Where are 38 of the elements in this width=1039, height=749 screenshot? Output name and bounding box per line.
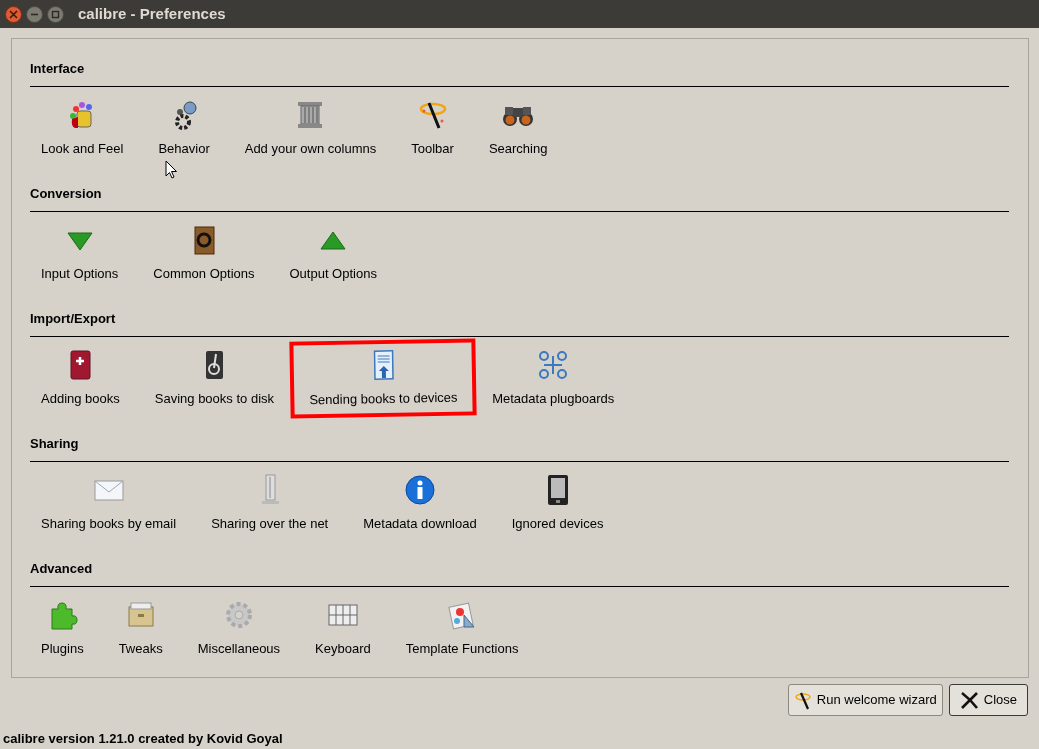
preference-item[interactable]: Sending books to devices [297, 346, 469, 410]
preference-item[interactable]: Ignored devices [500, 472, 615, 533]
preference-item[interactable]: Tweaks [107, 597, 174, 658]
minimize-window-icon[interactable] [26, 5, 43, 23]
close-window-icon[interactable] [5, 5, 22, 23]
maximize-window-icon[interactable] [47, 5, 64, 23]
preference-item[interactable]: Sharing books by email [30, 472, 188, 533]
preference-item[interactable]: Sharing over the net [200, 472, 340, 533]
preference-item[interactable]: Saving books to disk [143, 347, 285, 408]
preference-item[interactable]: Searching [477, 97, 559, 158]
preference-item[interactable]: Miscellaneous [186, 597, 292, 658]
preference-item[interactable]: Plugins [30, 597, 95, 658]
preference-item[interactable]: Output Options [278, 222, 388, 283]
preference-item[interactable]: Toolbar [400, 97, 465, 158]
preference-item[interactable]: Keyboard [304, 597, 382, 658]
preference-item[interactable]: Look and Feel [30, 97, 135, 158]
preference-item[interactable]: Adding books [30, 347, 131, 408]
preference-item[interactable]: Metadata plugboards [481, 347, 626, 408]
preference-item[interactable]: Common Options [142, 222, 266, 283]
preference-item[interactable]: Behavior [147, 97, 221, 158]
preference-item[interactable]: Metadata download [352, 472, 488, 533]
section-heading: Interface [30, 59, 1009, 87]
status-bar-text: calibre version 1.21.0 created by Kovid Goyal [3, 730, 283, 748]
magic-wand-icon [793, 690, 813, 710]
circuit-nodes-icon [537, 348, 570, 381]
close-icon [959, 690, 979, 710]
preference-item[interactable]: Input Options [30, 222, 130, 283]
section-heading: Advanced [30, 559, 1009, 587]
info-icon [403, 473, 436, 506]
mouse-cursor-icon [165, 160, 178, 179]
preference-item[interactable]: Template Functions [394, 597, 530, 658]
section-heading: Sharing [30, 434, 1009, 462]
section-heading: Conversion [30, 184, 1009, 212]
close-button[interactable]: Close [948, 684, 1028, 716]
wizard-button[interactable]: Run welcome wizard [787, 684, 943, 716]
window-title: calibre - Preferences [78, 3, 226, 24]
preference-item[interactable]: Add your own columns [233, 97, 388, 158]
section-heading: Import/Export [30, 309, 1009, 337]
